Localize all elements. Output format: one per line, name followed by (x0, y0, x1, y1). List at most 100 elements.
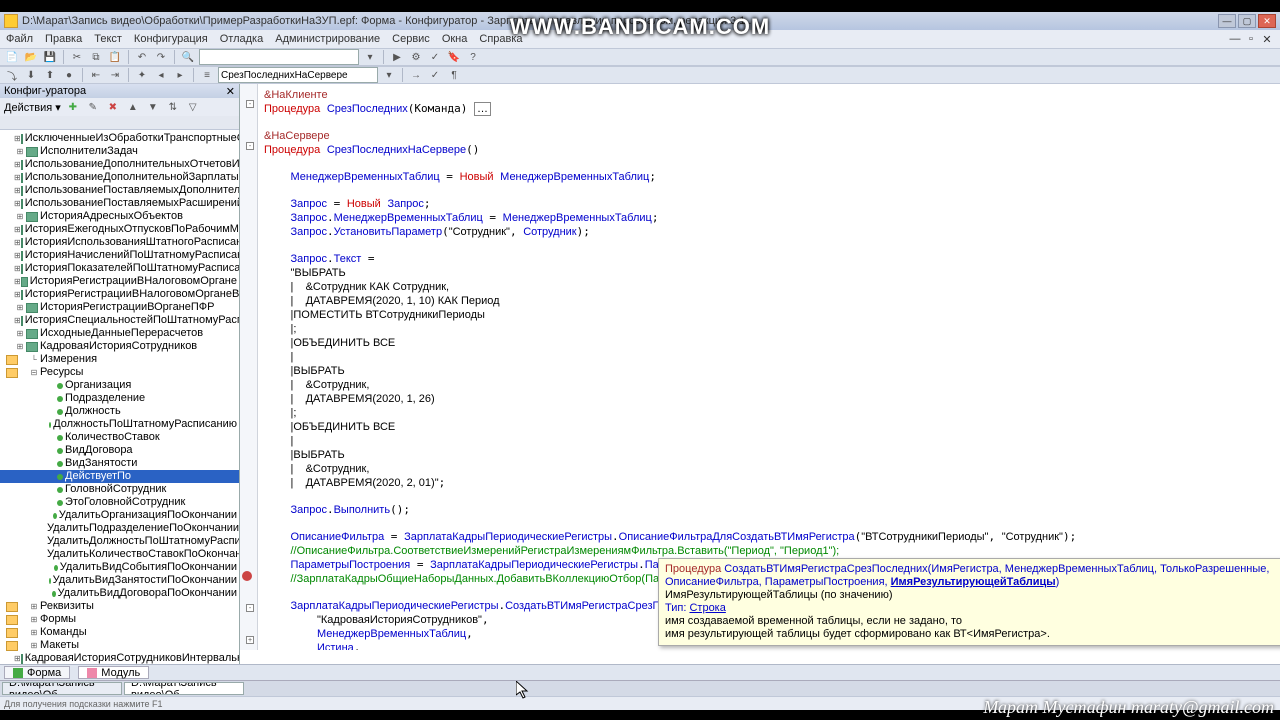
help-icon[interactable]: ? (465, 49, 481, 65)
actions-menu[interactable]: Действия ▾ (4, 101, 61, 114)
goto-icon[interactable]: → (408, 67, 424, 83)
breakpoint-marker[interactable] (242, 571, 252, 581)
find-next-icon[interactable]: ▾ (362, 49, 378, 65)
tree-item[interactable]: ВидЗанятости (0, 457, 239, 470)
tree-item[interactable]: УдалитьВидСобытияПоОкончании (0, 561, 239, 574)
menu-windows[interactable]: Окна (442, 33, 468, 45)
tree-add-icon[interactable]: ✚ (65, 99, 81, 115)
fold-icon[interactable]: - (246, 604, 254, 612)
tree-up-icon[interactable]: ▲ (125, 99, 141, 115)
tree-item[interactable]: Должность (0, 405, 239, 418)
redo-icon[interactable]: ↷ (153, 49, 169, 65)
tree-item[interactable]: ⊞ИсторияНачисленийПоШтатномуРасписанию (0, 249, 239, 262)
tree-item[interactable]: ⊞ИсполнителиЗадач (0, 145, 239, 158)
tree-item[interactable]: УдалитьВидЗанятостиПоОкончании (0, 574, 239, 587)
undo-icon[interactable]: ↶ (134, 49, 150, 65)
tree-item[interactable]: ⊞ИсторияАдресныхОбъектов (0, 210, 239, 223)
tree-item[interactable]: ⊞Реквизиты (0, 600, 239, 613)
tree-item[interactable]: ⊞ИсторияРегистрацииВНалоговомОрганеВтори… (0, 288, 239, 301)
tree-item[interactable]: ⊞ИсходныеДанныеПерерасчетов (0, 327, 239, 340)
bookmark-prev-icon[interactable]: ◂ (153, 67, 169, 83)
menu-admin[interactable]: Администрирование (275, 33, 380, 45)
step-out-icon[interactable]: ⬆ (42, 67, 58, 83)
tree-item[interactable]: ⊞ИсключенныеИзОбработкиТранспортныеСооб.… (0, 132, 239, 145)
tree-del-icon[interactable]: ✖ (105, 99, 121, 115)
menu-service[interactable]: Сервис (392, 33, 430, 45)
paste-icon[interactable]: 📋 (107, 49, 123, 65)
step-over-icon[interactable]: ⤵ (4, 67, 20, 83)
tree-filter-icon[interactable]: ▽ (185, 99, 201, 115)
format-icon[interactable]: ¶ (446, 67, 462, 83)
minimize-button[interactable]: — (1218, 14, 1236, 28)
tree-sort-icon[interactable]: ⇅ (165, 99, 181, 115)
tree-item[interactable]: ДолжностьПоШтатномуРасписанию (0, 418, 239, 431)
tree-item[interactable]: ⊞ИсторияРегистрацииВНалоговомОргане (0, 275, 239, 288)
code-editor[interactable]: - - - + &НаКлиенте Процедура СрезПоследн… (240, 84, 1280, 664)
menu-config[interactable]: Конфигурация (134, 33, 208, 45)
copy-icon[interactable]: ⧉ (88, 49, 104, 65)
check-icon[interactable]: ✓ (427, 67, 443, 83)
tree-item[interactable]: ⊞ИсторияПоказателейПоШтатномуРасписанию (0, 262, 239, 275)
tree-item[interactable]: ЭтоГоловнойСотрудник (0, 496, 239, 509)
tab-forma[interactable]: Форма (4, 666, 70, 679)
tree-item[interactable]: ⊟Ресурсы (0, 366, 239, 379)
procedure-combo[interactable]: СрезПоследнихНаСервере (218, 67, 378, 83)
panel-close-icon[interactable]: ✕ (226, 85, 235, 98)
doc-close-button[interactable]: ✕ (1260, 32, 1274, 46)
tree-item[interactable]: УдалитьОрганизацияПоОкончании (0, 509, 239, 522)
run-icon[interactable]: ▶ (389, 49, 405, 65)
tree-item[interactable]: ВидДоговора (0, 444, 239, 457)
tree-item[interactable]: ДействуетПо (0, 470, 239, 483)
save-icon[interactable]: 💾 (42, 49, 58, 65)
breakpoint-icon[interactable]: ● (61, 67, 77, 83)
tree-item[interactable]: ⊞Макеты (0, 639, 239, 652)
tool-icon[interactable]: ⚙ (408, 49, 424, 65)
maximize-button[interactable]: ▢ (1238, 14, 1256, 28)
menu-file[interactable]: Файл (6, 33, 33, 45)
tree-item[interactable]: └Измерения (0, 353, 239, 366)
tree-item[interactable]: ГоловнойСотрудник (0, 483, 239, 496)
window-tab[interactable]: D:\Марат\Запись видео\Об... (124, 682, 244, 695)
tree-item[interactable]: Организация (0, 379, 239, 392)
tree-item[interactable]: ⊞Команды (0, 626, 239, 639)
tree-item[interactable]: УдалитьКоличествоСтавокПоОкончании (0, 548, 239, 561)
doc-minimize-button[interactable]: — (1228, 32, 1242, 46)
syntax-icon[interactable]: ✓ (427, 49, 443, 65)
tree-item[interactable]: УдалитьПодразделениеПоОкончании (0, 522, 239, 535)
find-icon[interactable]: 🔍 (180, 49, 196, 65)
close-button[interactable]: ✕ (1258, 14, 1276, 28)
proc-list-icon[interactable]: ≡ (199, 67, 215, 83)
tree-down-icon[interactable]: ▼ (145, 99, 161, 115)
tree-item[interactable]: КоличествоСтавок (0, 431, 239, 444)
proc-dropdown-icon[interactable]: ▾ (381, 67, 397, 83)
tree-item[interactable]: ⊞ИсторияРегистрацииВОрганеПФР (0, 301, 239, 314)
tree-item[interactable]: УдалитьДолжностьПоШтатномуРаспис... (0, 535, 239, 548)
find-combo[interactable] (199, 49, 359, 65)
indent-right-icon[interactable]: ⇥ (107, 67, 123, 83)
bookmark-icon[interactable]: 🔖 (446, 49, 462, 65)
tree-item[interactable]: УдалитьВидДоговораПоОкончании (0, 587, 239, 600)
tree-item[interactable]: ⊞КадроваяИсторияСотрудников (0, 340, 239, 353)
tree-item[interactable]: ⊞ИспользованиеДополнительнойЗарплатыБухг… (0, 171, 239, 184)
window-tab[interactable]: D:\Марат\Запись видео\Об... (2, 682, 122, 695)
tree-item[interactable]: ⊞ИсторияИспользованияШтатногоРасписания (0, 236, 239, 249)
tree-item[interactable]: ⊞ИспользованиеПоставляемыхДополнительных… (0, 184, 239, 197)
tab-module[interactable]: Модуль (78, 666, 149, 679)
bookmark-next-icon[interactable]: ▸ (172, 67, 188, 83)
open-icon[interactable]: 📂 (23, 49, 39, 65)
tree-item[interactable]: ⊞КадроваяИсторияСотрудниковИнтервальный (0, 652, 239, 664)
menu-debug[interactable]: Отладка (220, 33, 263, 45)
menu-help[interactable]: Справка (479, 33, 522, 45)
tree-item[interactable]: Подразделение (0, 392, 239, 405)
tree-item[interactable]: ⊞ИсторияСпециальностейПоШтатномуРасписан… (0, 314, 239, 327)
indent-left-icon[interactable]: ⇤ (88, 67, 104, 83)
tree-item[interactable]: ⊞Формы (0, 613, 239, 626)
cut-icon[interactable]: ✂ (69, 49, 85, 65)
menu-edit[interactable]: Правка (45, 33, 82, 45)
tree-item[interactable]: ⊞ИспользованиеПоставляемыхРасширенийВО..… (0, 197, 239, 210)
menu-text[interactable]: Текст (94, 33, 122, 45)
fold-icon[interactable]: + (246, 636, 254, 644)
bookmark-add-icon[interactable]: ✦ (134, 67, 150, 83)
step-into-icon[interactable]: ⬇ (23, 67, 39, 83)
new-icon[interactable]: 📄 (4, 49, 20, 65)
